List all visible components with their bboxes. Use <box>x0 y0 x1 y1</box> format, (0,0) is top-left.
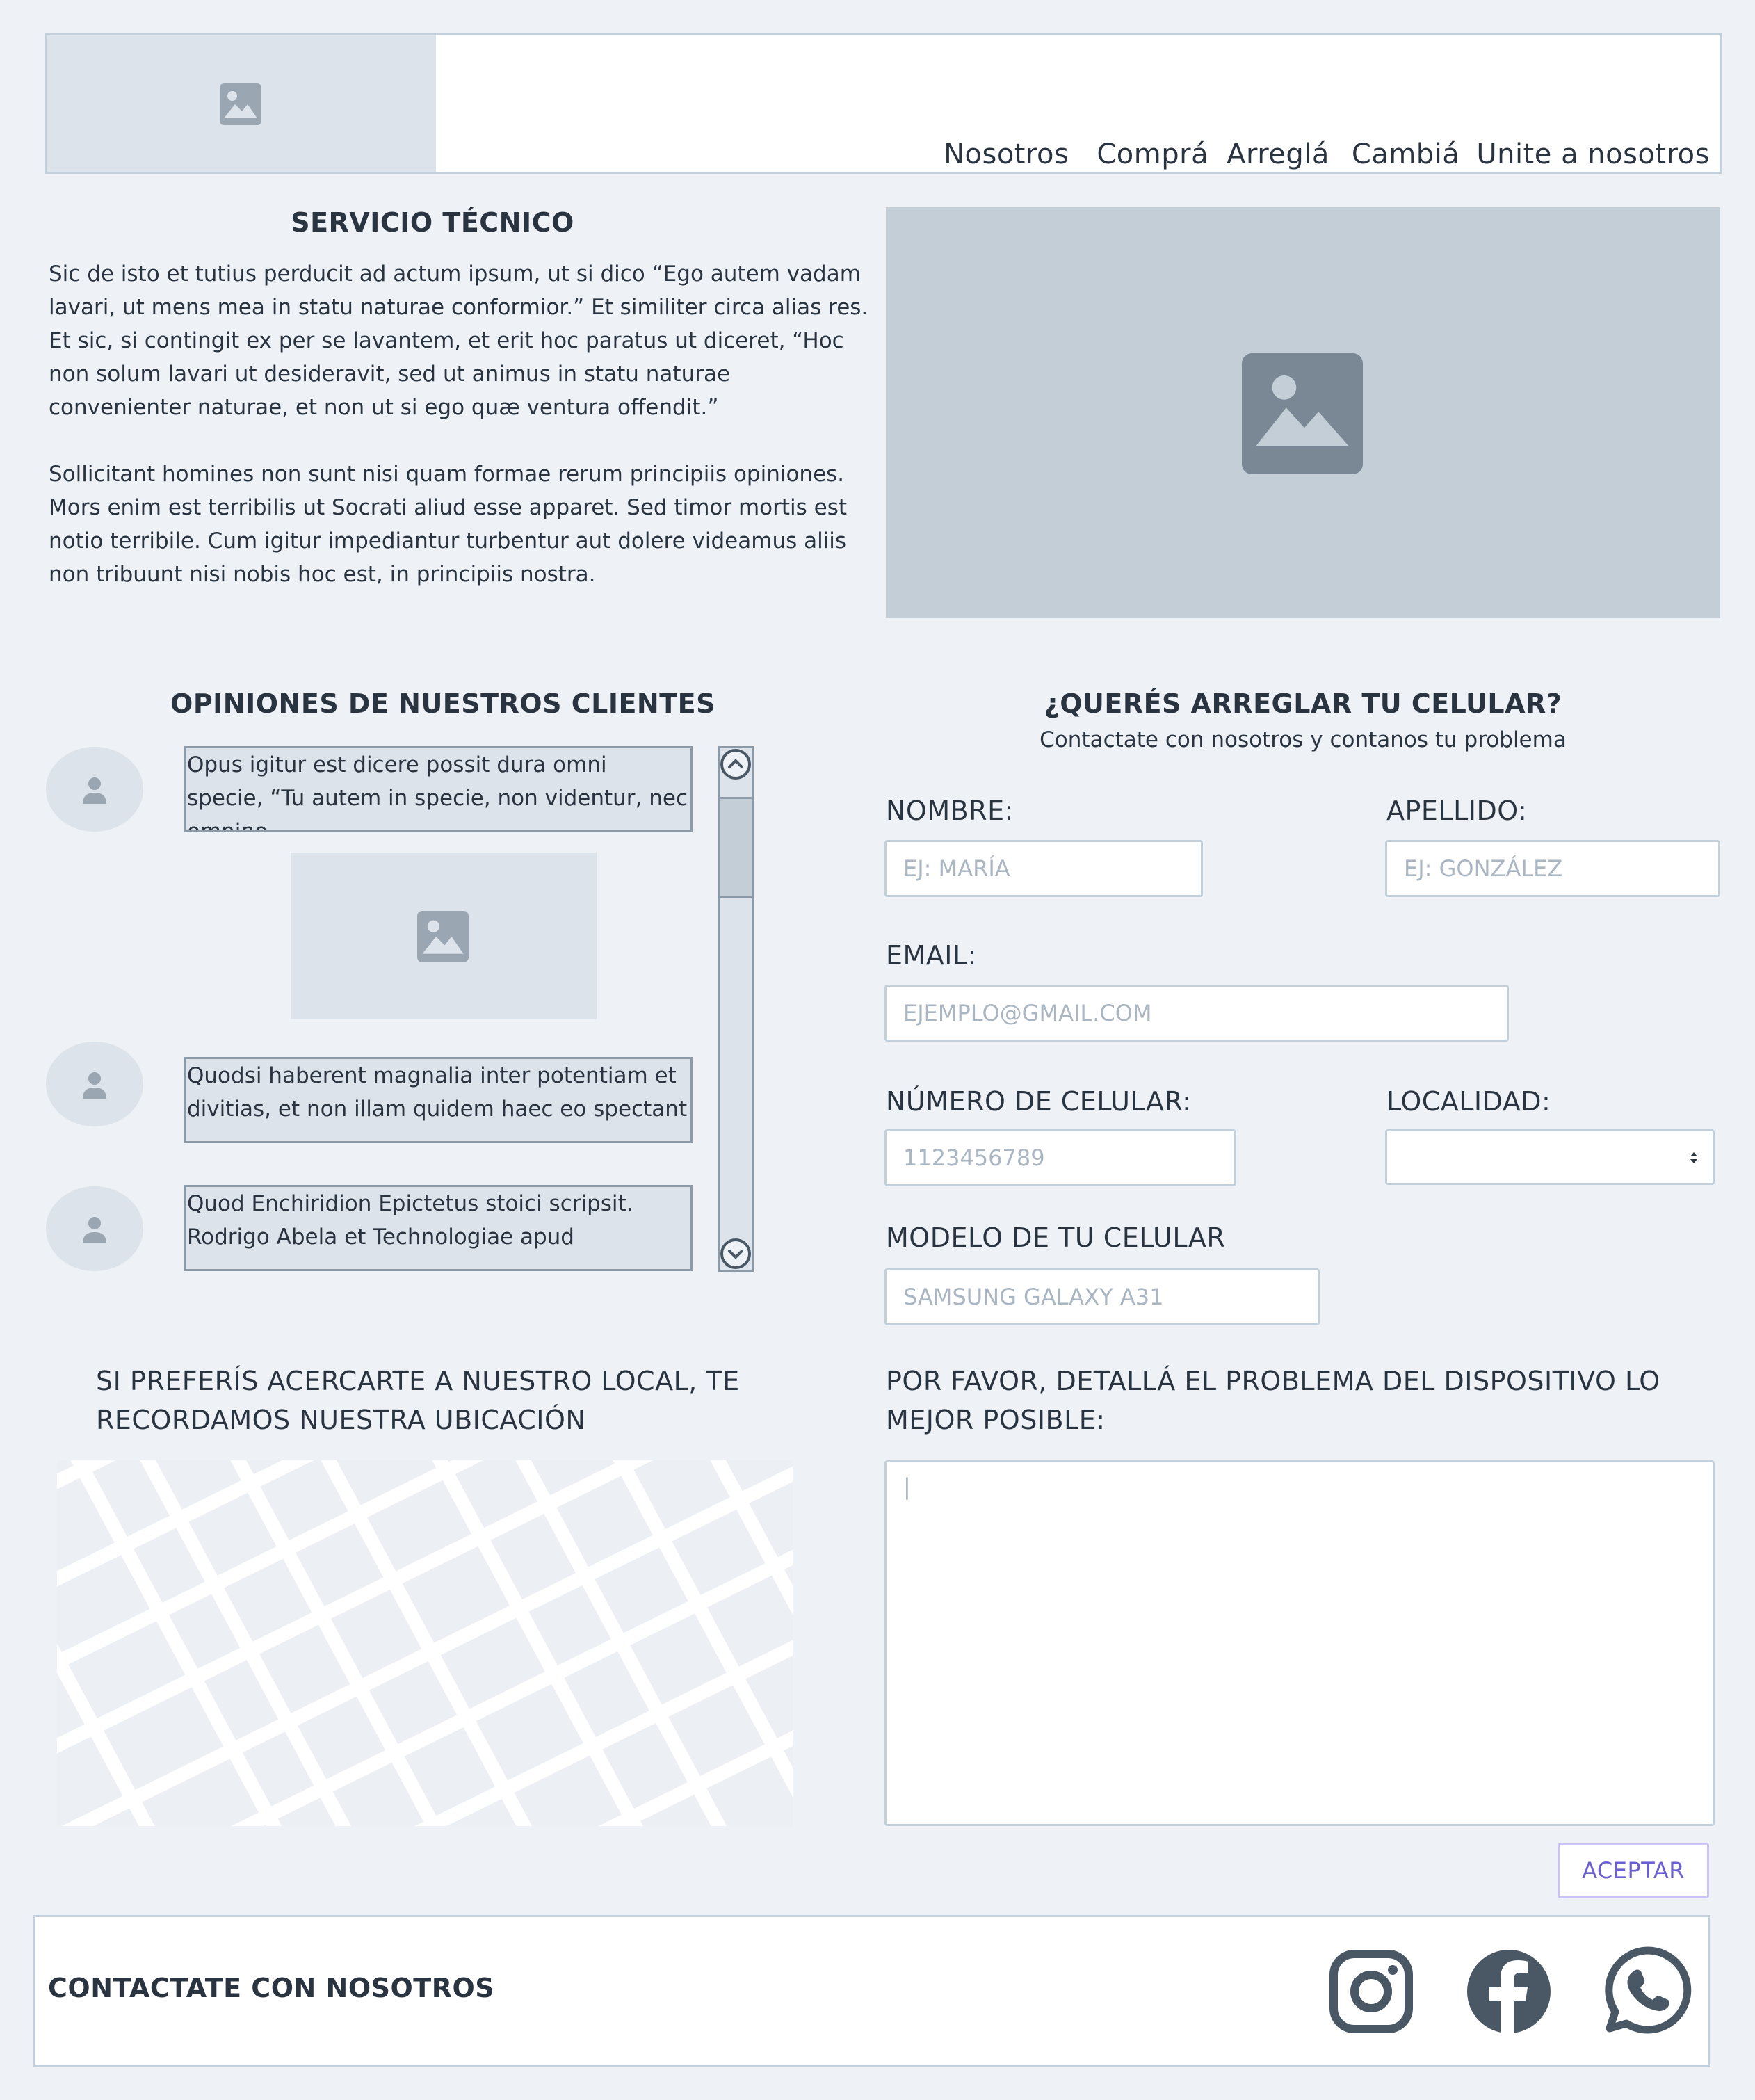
servicio-paragraph-2: Sollicitant homines non sunt nisi quam f… <box>49 462 848 587</box>
nav-item-nosotros[interactable]: Nosotros <box>944 138 1069 170</box>
map[interactable] <box>57 1460 793 1826</box>
chevron-up-icon[interactable] <box>720 748 752 780</box>
avatar <box>46 1186 143 1271</box>
opinion-image-placeholder <box>291 853 597 1019</box>
email-label: EMAIL: <box>886 940 977 971</box>
image-icon <box>417 911 469 962</box>
localidad-label: LOCALIDAD: <box>1386 1086 1551 1117</box>
site-footer: CONTACTATE CON NOSOTROS <box>33 1915 1710 2067</box>
celular-label: NÚMERO DE CELULAR: <box>886 1086 1192 1117</box>
opinion-text: Opus igitur est dicere possit dura omni … <box>184 746 693 832</box>
localidad-select[interactable] <box>1385 1129 1715 1185</box>
instagram-icon[interactable] <box>1327 1948 1415 2035</box>
map-streets-graphic <box>57 1460 793 1826</box>
user-icon <box>83 1072 106 1099</box>
nav-item-compra[interactable]: Comprá <box>1097 138 1208 170</box>
chevron-down-icon[interactable] <box>720 1238 752 1270</box>
nav-item-cambia[interactable]: Cambiá <box>1352 138 1459 170</box>
problema-textarea[interactable]: | <box>884 1460 1715 1826</box>
opiniones-title: OPINIONES DE NUESTROS CLIENTES <box>170 688 715 719</box>
celular-input[interactable] <box>884 1129 1236 1186</box>
avatar <box>46 747 143 832</box>
hero-image-placeholder <box>886 207 1720 618</box>
image-icon <box>1242 353 1363 474</box>
opinion-text: Quod Enchiridion Epictetus stoici scrips… <box>184 1185 693 1271</box>
email-input[interactable] <box>884 985 1509 1042</box>
site-header: Nosotros Comprá Arreglá Cambiá Unite a n… <box>45 33 1722 174</box>
form-title: ¿QUERÉS ARREGLAR TU CELULAR? <box>1044 688 1562 719</box>
nombre-input[interactable] <box>884 840 1203 897</box>
nav-item-unite[interactable]: Unite a nosotros <box>1476 138 1710 170</box>
whatsapp-icon[interactable] <box>1603 1945 1693 2035</box>
opiniones-scrollbar[interactable] <box>718 746 754 1272</box>
logo-placeholder[interactable] <box>47 35 436 172</box>
user-icon <box>83 777 106 804</box>
form-subtitle: Contactate con nosotros y contanos tu pr… <box>1040 727 1567 752</box>
modelo-input[interactable] <box>884 1268 1320 1325</box>
avatar <box>46 1042 143 1126</box>
scroll-thumb[interactable] <box>720 797 752 898</box>
select-arrows-icon <box>1690 1152 1697 1163</box>
servicio-title: SERVICIO TÉCNICO <box>291 207 574 238</box>
image-icon <box>220 83 261 125</box>
user-icon <box>83 1217 106 1243</box>
servicio-paragraph-1: Sic de isto et tutius perducit ad actum … <box>49 261 868 420</box>
footer-title: CONTACTATE CON NOSOTROS <box>48 1973 495 2003</box>
main-nav: Nosotros Comprá Arreglá Cambiá Unite a n… <box>944 138 1710 170</box>
ubicacion-text: SI PREFERÍS ACERCARTE A NUESTRO LOCAL, T… <box>96 1366 740 1435</box>
modelo-label: MODELO DE TU CELULAR <box>886 1222 1226 1253</box>
apellido-input[interactable] <box>1385 840 1720 897</box>
opinion-text: Quodsi haberent magnalia inter potentiam… <box>184 1057 693 1143</box>
facebook-icon[interactable] <box>1465 1948 1553 2035</box>
nav-item-arregla[interactable]: Arreglá <box>1227 138 1329 170</box>
problema-label: POR FAVOR, DETALLÁ EL PROBLEMA DEL DISPO… <box>886 1366 1660 1435</box>
apellido-label: APELLIDO: <box>1386 795 1528 826</box>
nombre-label: NOMBRE: <box>886 795 1014 826</box>
aceptar-button[interactable]: ACEPTAR <box>1558 1843 1709 1898</box>
